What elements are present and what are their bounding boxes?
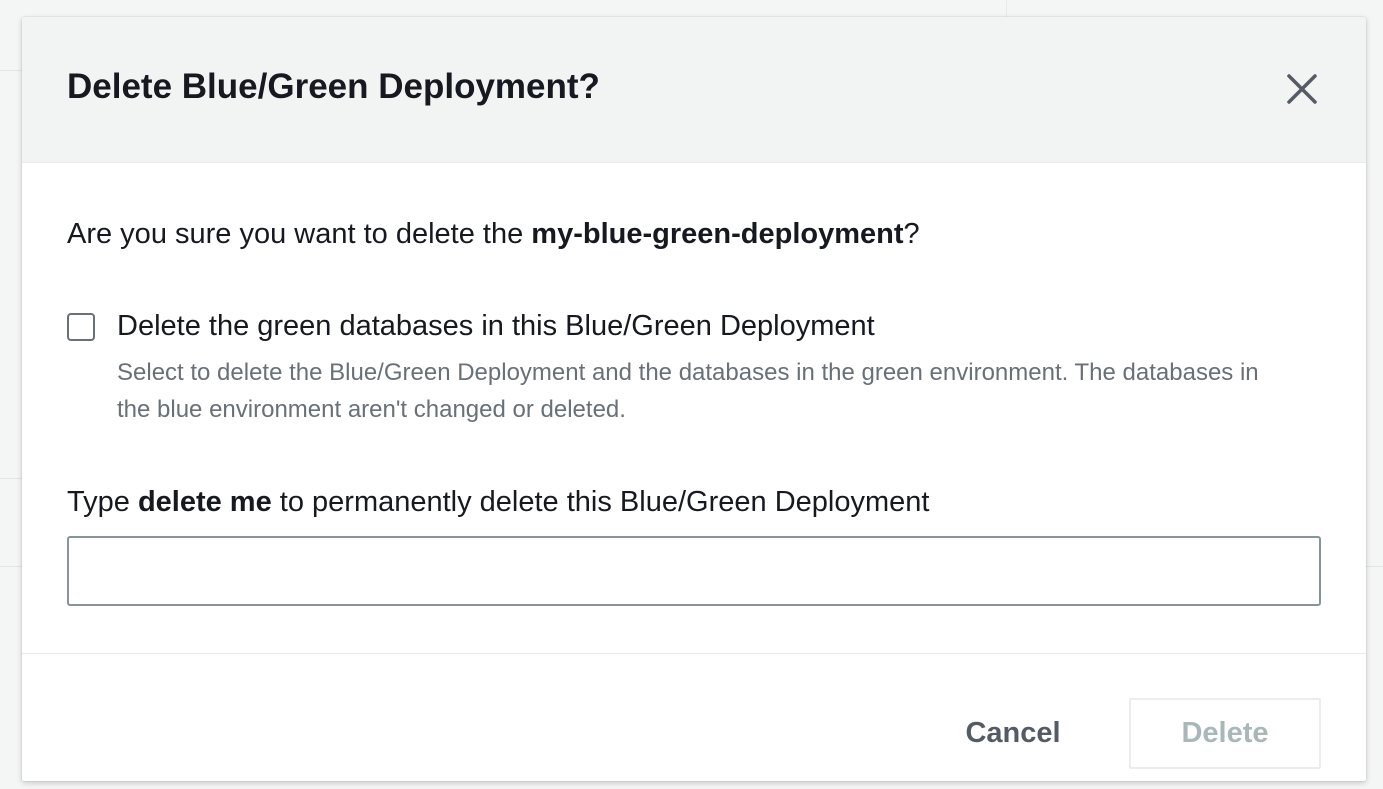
confirm-prefix: Type	[67, 486, 138, 518]
confirm-input[interactable]	[67, 536, 1321, 606]
delete-green-databases-checkbox[interactable]	[67, 313, 95, 341]
delete-green-databases-description: Select to delete the Blue/Green Deployme…	[117, 359, 1259, 423]
confirm-label: Type delete me to permanently delete thi…	[67, 484, 929, 520]
delete-button[interactable]: Delete	[1129, 698, 1321, 769]
confirmation-question: Are you sure you want to delete the my-b…	[67, 216, 920, 252]
question-suffix: ?	[903, 218, 920, 250]
dialog-footer: Cancel Delete	[22, 653, 1366, 781]
question-prefix: Are you sure you want to delete the	[67, 218, 532, 250]
background-divider	[0, 70, 22, 71]
dialog-header: Delete Blue/Green Deployment?	[22, 17, 1366, 163]
deployment-name: my-blue-green-deployment	[531, 218, 904, 250]
background-divider	[0, 566, 22, 567]
close-button[interactable]	[1282, 69, 1322, 109]
background-divider	[1366, 566, 1383, 567]
background-divider	[1006, 0, 1007, 17]
confirm-keyword: delete me	[137, 486, 272, 518]
close-icon	[1282, 69, 1322, 109]
delete-dialog: Delete Blue/Green Deployment? Are you su…	[22, 17, 1366, 781]
background-divider	[0, 478, 22, 479]
cancel-button[interactable]: Cancel	[942, 698, 1084, 768]
dialog-title: Delete Blue/Green Deployment?	[67, 67, 600, 106]
delete-green-databases-label[interactable]: Delete the green databases in this Blue/…	[117, 308, 875, 344]
confirm-suffix: to permanently delete this Blue/Green De…	[271, 486, 930, 518]
